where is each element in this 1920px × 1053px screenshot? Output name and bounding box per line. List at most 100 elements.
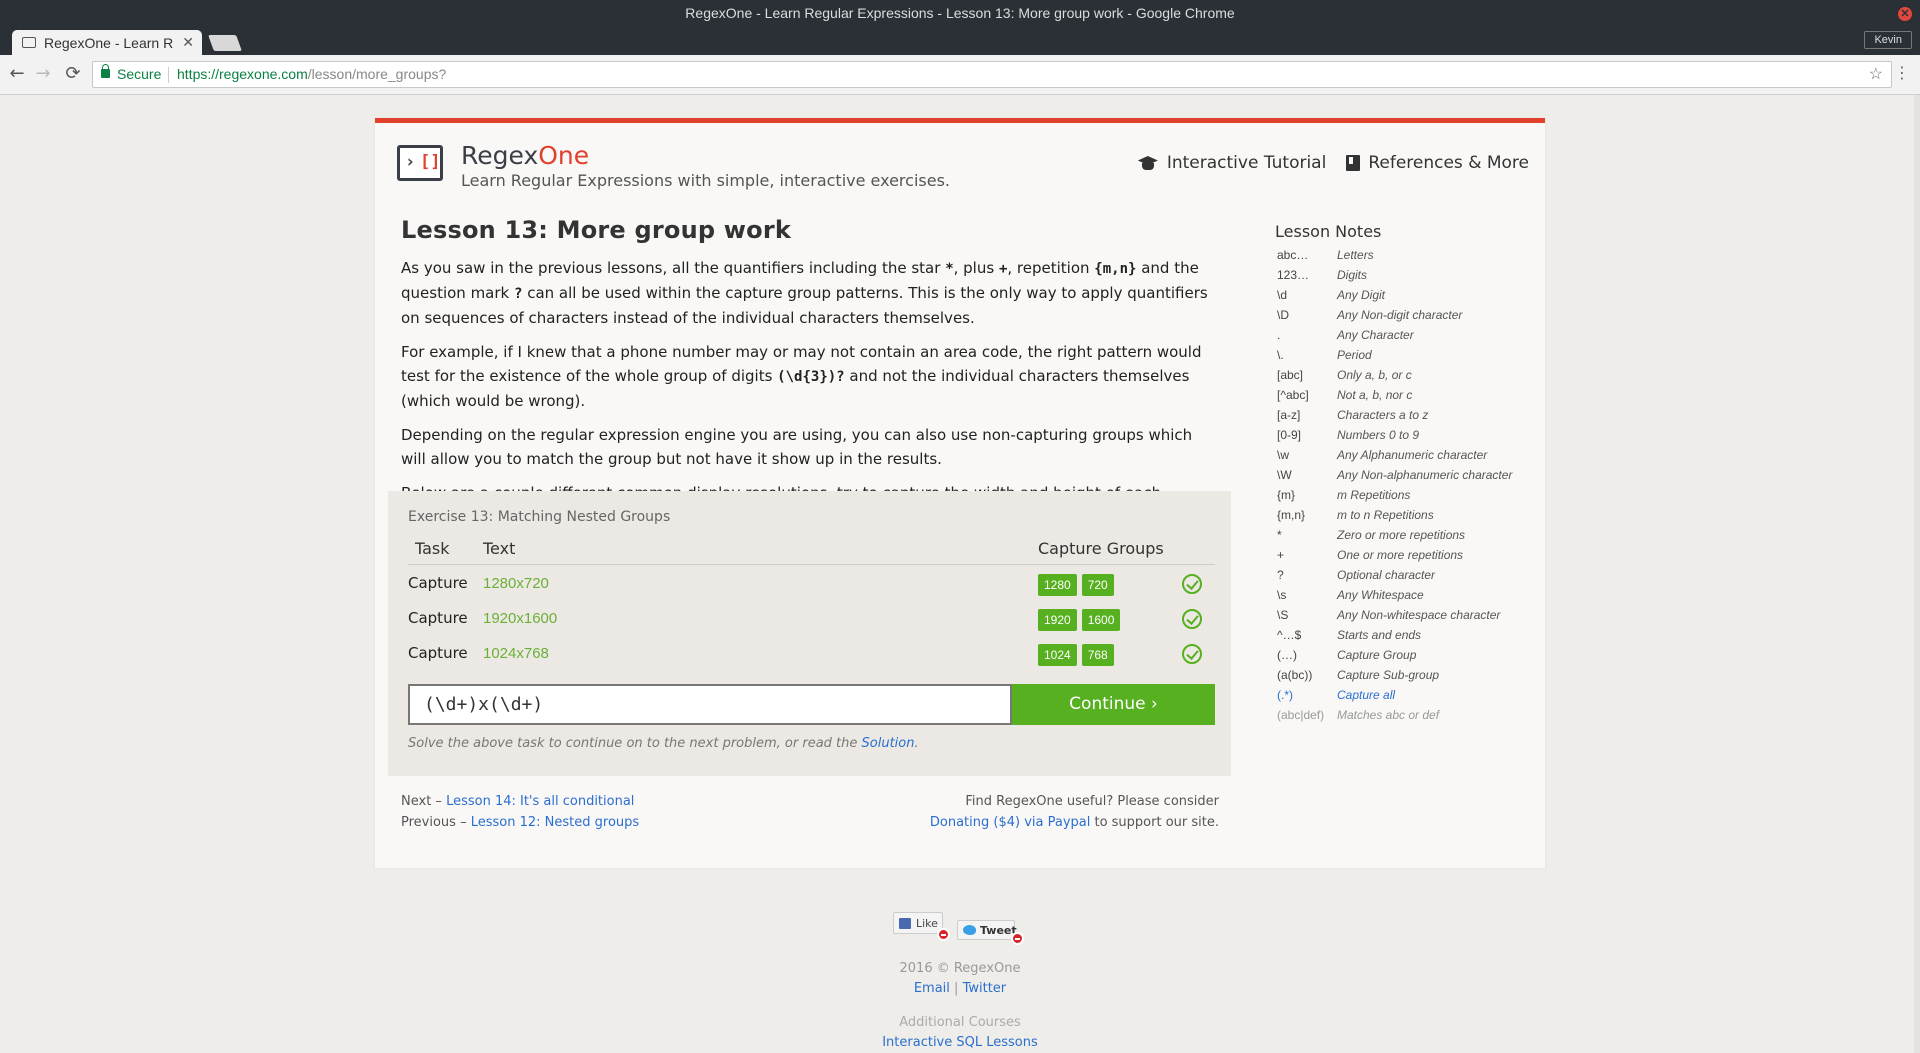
- solution-link[interactable]: Solution: [862, 736, 915, 751]
- regexone-logo-icon[interactable]: ›[]: [397, 145, 443, 181]
- note-syntax: (a(bc)): [1277, 668, 1313, 682]
- capture-groups: 1024 768: [1038, 644, 1114, 666]
- note-syntax: {m}: [1277, 488, 1296, 502]
- lesson-note-row: \s Any Whitespace: [1275, 585, 1535, 605]
- brand-name[interactable]: RegexOne: [461, 141, 589, 170]
- previous-lesson-link[interactable]: Lesson 12: Nested groups: [471, 815, 639, 830]
- top-navigation: Interactive Tutorial References & More: [1137, 153, 1529, 173]
- blocked-icon: [937, 928, 950, 941]
- url-path: /lesson/more_groups?: [307, 66, 447, 82]
- lesson-paragraph: For example, if I knew that a phone numb…: [401, 340, 1221, 413]
- note-syntax: {m,n}: [1277, 508, 1306, 522]
- note-description: Numbers 0 to 9: [1337, 428, 1420, 442]
- lesson-note-row: \. Period: [1275, 345, 1535, 365]
- note-description: Capture Sub-group: [1337, 668, 1440, 682]
- task-label: Capture: [408, 574, 468, 592]
- note-description: Matches abc or def: [1337, 708, 1440, 722]
- note-syntax: 123…: [1277, 268, 1310, 282]
- note-syntax: [abc]: [1277, 368, 1304, 382]
- note-description: Any Character: [1337, 328, 1414, 342]
- regexone-favicon-icon: [22, 37, 36, 48]
- lesson-note-row: {m} m Repetitions: [1275, 485, 1535, 505]
- nav-interactive-tutorial[interactable]: Interactive Tutorial: [1137, 153, 1326, 173]
- text-run: to support our site.: [1090, 815, 1219, 830]
- nav-references[interactable]: References & More: [1346, 153, 1529, 173]
- note-description: Not a, b, nor c: [1337, 388, 1413, 402]
- tab-close-icon[interactable]: ✕: [182, 34, 194, 51]
- regex-input[interactable]: (\d+)x(\d+): [408, 684, 1012, 725]
- lesson-note-row: + One or more repetitions: [1275, 545, 1535, 565]
- note-description: Digits: [1337, 268, 1368, 282]
- col-capture-groups: Capture Groups: [1038, 539, 1164, 558]
- text-run: Solve the above task to continue on to t…: [408, 736, 862, 751]
- back-arrow-icon[interactable]: ←: [6, 63, 28, 85]
- previous-lesson: Previous – Lesson 12: Nested groups: [401, 812, 639, 833]
- exercise-table: Task Text Capture Groups Capture 1280x72…: [408, 537, 1215, 670]
- reload-icon[interactable]: ⟳: [62, 63, 84, 85]
- nav-label: Interactive Tutorial: [1166, 153, 1327, 173]
- additional-courses-label: Additional Courses: [899, 1015, 1021, 1030]
- lesson-note-row: (a(bc)) Capture Sub-group: [1275, 665, 1535, 685]
- capture-group-badge: 1920: [1038, 609, 1077, 631]
- nav-label: References & More: [1368, 153, 1529, 173]
- lesson-note-row: * Zero or more repetitions: [1275, 525, 1535, 545]
- address-bar[interactable]: Secure https://regexone.com/lesson/more_…: [92, 61, 1892, 88]
- lesson-note-row: 123… Digits: [1275, 265, 1535, 285]
- continue-button[interactable]: Continue ›: [1012, 684, 1215, 725]
- tweet-button[interactable]: Tweet: [957, 920, 1017, 940]
- note-syntax: \D: [1277, 308, 1289, 322]
- note-syntax: \.: [1277, 348, 1284, 362]
- lesson-note-row: {m,n} m to n Repetitions: [1275, 505, 1535, 525]
- note-description: One or more repetitions: [1337, 548, 1464, 562]
- lock-icon: [101, 64, 110, 78]
- email-link[interactable]: Email: [914, 981, 950, 996]
- bookmark-star-icon[interactable]: ☆: [1869, 62, 1883, 87]
- twitter-link[interactable]: Twitter: [963, 981, 1007, 996]
- capture-groups: 1280 720: [1038, 574, 1114, 596]
- page-scrollbar[interactable]: [1914, 95, 1920, 1053]
- note-description: Any Alphanumeric character: [1337, 448, 1488, 462]
- exercise-row: Capture 1280x720 1280 720: [408, 565, 1215, 600]
- note-syntax: abc…: [1277, 248, 1309, 262]
- note-description: Any Non-alphanumeric character: [1337, 468, 1513, 482]
- url-host: https://regexone.com: [177, 66, 308, 82]
- next-lesson-link[interactable]: Lesson 14: It's all conditional: [446, 794, 634, 809]
- note-description: Optional character: [1337, 568, 1436, 582]
- sql-lessons-link[interactable]: Interactive SQL Lessons: [0, 1035, 1920, 1050]
- note-syntax: [0-9]: [1277, 428, 1302, 442]
- forward-arrow-icon[interactable]: →: [32, 63, 54, 85]
- donate-link[interactable]: Donating ($4) via Paypal: [930, 815, 1090, 830]
- note-description: Period: [1337, 348, 1372, 362]
- note-description: Zero or more repetitions: [1337, 528, 1466, 542]
- text-run: can all be used within the capture group…: [401, 284, 1208, 327]
- note-description: Capture Group: [1337, 648, 1417, 662]
- capture-group-badge: 720: [1081, 574, 1114, 596]
- browser-tab[interactable]: RegexOne - Learn R ✕: [12, 30, 202, 55]
- next-lesson: Next – Lesson 14: It's all conditional: [401, 791, 639, 812]
- note-syntax: [a-z]: [1277, 408, 1301, 422]
- lesson-notes: Lesson Notes abc… Letters 123… Digits \d Any …: [1275, 222, 1535, 725]
- task-text: 1024x768: [483, 645, 549, 662]
- facebook-like-button[interactable]: Like: [893, 912, 943, 934]
- lesson-note-row: ? Optional character: [1275, 565, 1535, 585]
- capture-groups: 1920 1600: [1038, 609, 1121, 631]
- url-text[interactable]: https://regexone.com/lesson/more_groups?: [177, 62, 446, 87]
- note-syntax: *: [1277, 528, 1282, 542]
- chrome-menu-icon[interactable]: ⋮: [1894, 64, 1910, 82]
- lesson-paragraph: As you saw in the previous lessons, all …: [401, 256, 1221, 330]
- note-description: Letters: [1337, 248, 1374, 262]
- book-icon: [1346, 155, 1361, 171]
- text-run: , repetition: [1007, 259, 1095, 277]
- profile-button[interactable]: Kevin: [1864, 31, 1912, 49]
- window-close-icon[interactable]: ✕: [1898, 7, 1912, 21]
- code-repetition: {m,n}: [1094, 261, 1137, 277]
- graduation-cap-icon: [1137, 155, 1159, 171]
- footer-separator: |: [954, 981, 959, 996]
- note-description: Characters a to z: [1337, 408, 1429, 422]
- text-run: Previous –: [401, 815, 471, 830]
- new-tab-button[interactable]: [208, 35, 242, 51]
- window-titlebar: RegexOne - Learn Regular Expressions - L…: [0, 0, 1920, 28]
- browser-toolbar: ← → ⟳ Secure https://regexone.com/lesson…: [0, 55, 1920, 95]
- site-tagline: Learn Regular Expressions with simple, i…: [461, 171, 950, 190]
- footer-links: Email | Twitter: [0, 981, 1920, 996]
